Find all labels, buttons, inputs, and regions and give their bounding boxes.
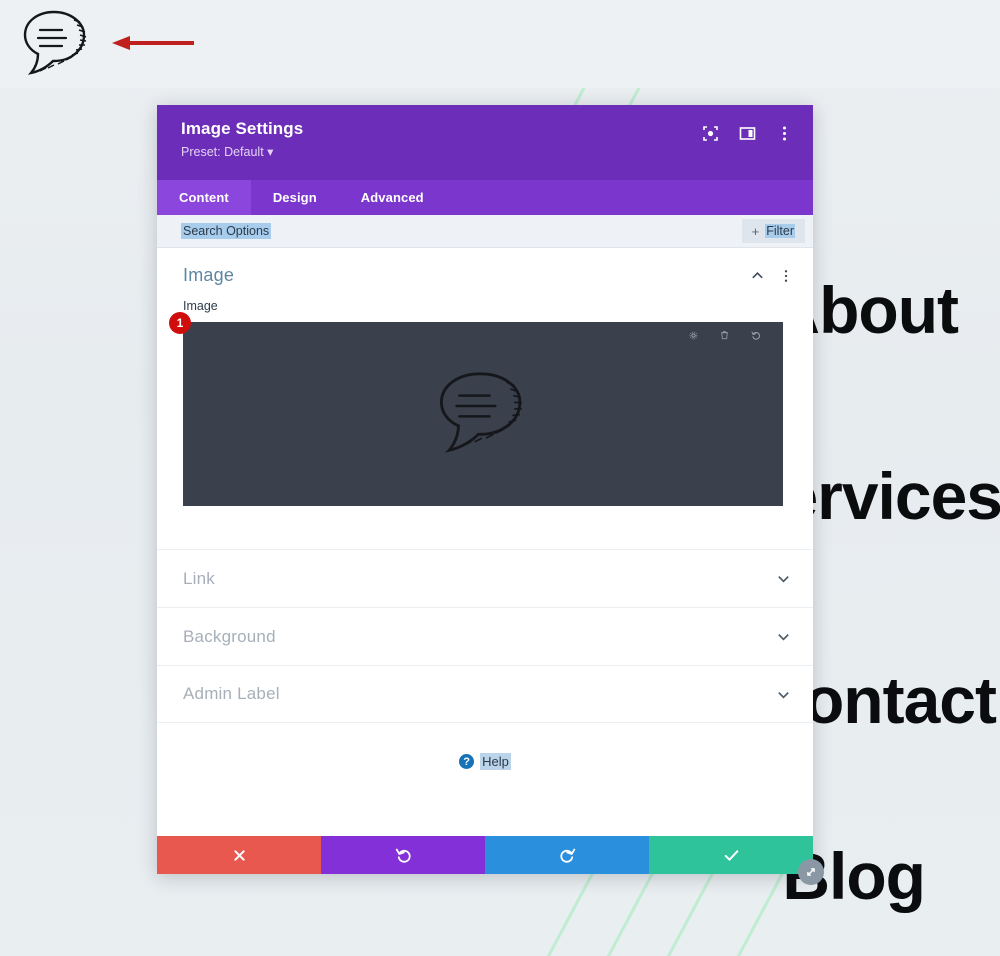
image-section-header[interactable]: Image xyxy=(157,248,813,299)
modal-body: Image Image 1 Link Background Admin Labe… xyxy=(157,248,813,836)
section-admin-label[interactable]: Admin Label xyxy=(157,665,813,723)
section-background-label: Background xyxy=(183,626,276,646)
tab-design[interactable]: Design xyxy=(251,180,339,215)
tab-content[interactable]: Content xyxy=(157,180,251,215)
image-preview-tools xyxy=(689,330,761,340)
trash-icon[interactable] xyxy=(720,330,729,340)
close-x-icon xyxy=(233,849,245,861)
save-button[interactable] xyxy=(649,836,813,874)
more-vertical-icon[interactable] xyxy=(776,125,793,142)
redo-button[interactable] xyxy=(485,836,649,874)
modal-header: Image Settings Preset: Default ▾ xyxy=(157,105,813,180)
chevron-down-icon[interactable] xyxy=(776,571,791,586)
section-link-label: Link xyxy=(183,568,215,588)
settings-gear-icon[interactable] xyxy=(689,330,698,340)
redo-arrow-icon xyxy=(559,848,575,863)
question-mark-icon[interactable]: ? xyxy=(459,754,475,769)
modal-header-titles: Image Settings Preset: Default ▾ xyxy=(181,119,303,159)
help-link[interactable]: Help xyxy=(480,753,511,770)
red-left-arrow xyxy=(110,34,196,52)
undo-button[interactable] xyxy=(321,836,485,874)
modal-header-actions xyxy=(702,125,793,142)
modal-footer xyxy=(157,836,813,874)
image-preview-wrapper: 1 xyxy=(169,312,787,506)
plus-icon: + xyxy=(751,223,760,239)
help-row[interactable]: ? Help xyxy=(157,753,813,770)
layout-panel-icon[interactable] xyxy=(739,125,756,142)
undo-arrow-icon xyxy=(395,848,411,863)
step-badge: 1 xyxy=(169,312,191,334)
filter-button-label: Filter xyxy=(765,224,795,238)
page-title: Image Settings xyxy=(181,119,304,138)
image-field: Image 1 xyxy=(157,299,813,506)
speech-bubble-logo xyxy=(18,8,92,80)
image-settings-modal: Image Settings Preset: Default ▾ Content… xyxy=(157,105,824,885)
cancel-button[interactable] xyxy=(157,836,321,874)
section-background[interactable]: Background xyxy=(157,607,813,665)
search-input[interactable]: Search Options xyxy=(181,223,272,239)
more-vertical-icon[interactable] xyxy=(779,269,793,283)
image-upload-preview[interactable] xyxy=(183,322,783,506)
speech-bubble-logo xyxy=(439,371,522,453)
filter-button[interactable]: + Filter xyxy=(741,219,805,243)
image-field-label: Image xyxy=(183,299,218,313)
modal-tabs: Content Design Advanced xyxy=(157,180,813,215)
reset-undo-icon[interactable] xyxy=(751,330,761,340)
search-options-row: Search Options + Filter xyxy=(157,215,813,248)
chevron-up-icon[interactable] xyxy=(750,268,765,283)
section-admin-label-label: Admin Label xyxy=(183,684,280,703)
chevron-down-icon[interactable] xyxy=(776,687,791,702)
image-section-title: Image xyxy=(183,265,235,285)
preset-selector[interactable]: Preset: Default ▾ xyxy=(181,144,303,159)
resize-diagonal-icon[interactable] xyxy=(798,859,824,885)
collapsed-sections: Link Background Admin Label xyxy=(157,549,813,723)
image-section-tools xyxy=(750,268,793,283)
section-link[interactable]: Link xyxy=(157,549,813,607)
chevron-down-icon[interactable] xyxy=(776,629,791,644)
focus-target-icon[interactable] xyxy=(702,125,719,142)
tab-advanced[interactable]: Advanced xyxy=(339,180,446,215)
checkmark-icon xyxy=(724,849,738,861)
